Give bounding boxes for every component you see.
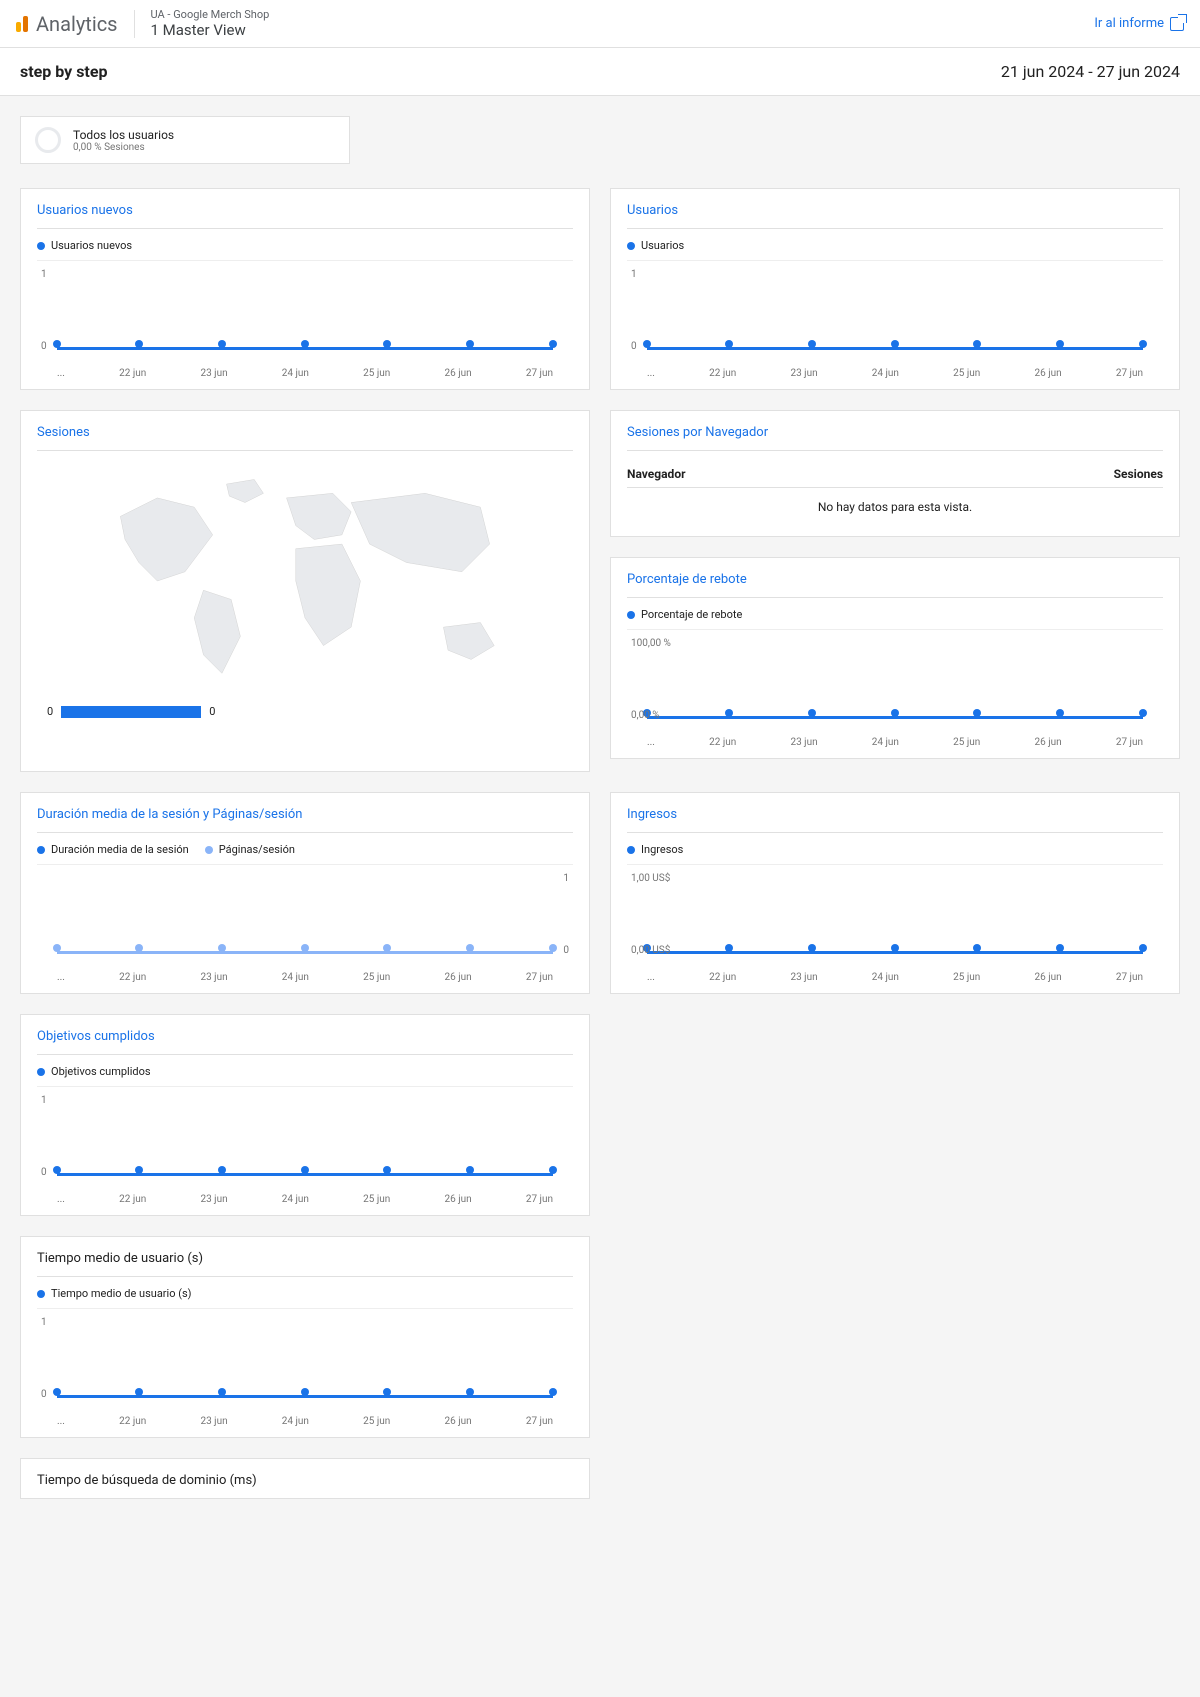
legend-label: Tiempo medio de usuario (s) <box>51 1287 192 1300</box>
card-goals: Objetivos cumplidos Objetivos cumplidos … <box>20 1014 590 1216</box>
line-chart: 1,00 US$ 0,00 US$ ...22 jun23 jun24 jun2… <box>627 873 1163 983</box>
table-header: Navegador Sesiones <box>627 461 1163 488</box>
y-axis-label: 0 <box>563 945 569 956</box>
date-range[interactable]: 21 jun 2024 - 27 jun 2024 <box>1001 62 1180 81</box>
card-dns-time: Tiempo de búsqueda de dominio (ms) <box>20 1458 590 1499</box>
x-axis-labels: ...22 jun23 jun24 jun25 jun26 jun27 jun <box>57 1194 553 1205</box>
no-data-message: No hay datos para esta vista. <box>627 488 1163 526</box>
col-sessions: Sesiones <box>1114 467 1163 481</box>
line-chart: 1 0 ...22 jun23 jun24 jun25 jun26 jun27 … <box>627 269 1163 379</box>
card-title[interactable]: Usuarios <box>627 203 1163 229</box>
x-axis-labels: ...22 jun23 jun24 jun25 jun26 jun27 jun <box>647 368 1143 379</box>
legend-label: Porcentaje de rebote <box>641 608 742 621</box>
y-axis-label: 1 <box>563 873 569 884</box>
geo-map[interactable]: 0 0 <box>37 461 573 761</box>
legend-dot-icon <box>37 846 45 854</box>
legend-label: Ingresos <box>641 843 683 856</box>
map-legend-gradient <box>61 706 201 718</box>
y-axis-label: 1 <box>631 269 637 280</box>
segment-subtitle: 0,00 % Sesiones <box>73 142 174 153</box>
x-axis-labels: ...22 jun23 jun24 jun25 jun26 jun27 jun <box>57 972 553 983</box>
view-name: 1 Master View <box>151 21 270 39</box>
card-sessions-map: Sesiones 0 0 <box>20 410 590 772</box>
line-chart: 1 0 ...22 jun23 jun24 jun25 jun26 jun27 … <box>37 1095 573 1205</box>
legend-label: Objetivos cumplidos <box>51 1065 151 1078</box>
line-chart: 1 0 ...22 jun23 jun24 jun25 jun26 jun27 … <box>37 269 573 379</box>
col-browser: Navegador <box>627 467 685 481</box>
analytics-logo: Analytics <box>16 12 118 36</box>
legend-dot-icon <box>205 846 213 854</box>
property-selector[interactable]: UA - Google Merch Shop 1 Master View <box>151 8 270 39</box>
card-revenue: Ingresos Ingresos 1,00 US$ 0,00 US$ ...2… <box>610 792 1180 994</box>
legend-label: Usuarios <box>641 239 684 252</box>
y-axis-label: 0 <box>631 341 637 352</box>
segment-chip[interactable]: Todos los usuarios 0,00 % Sesiones <box>20 116 350 164</box>
y-axis-label: 1 <box>41 1317 47 1328</box>
y-axis-label: 0 <box>41 1389 47 1400</box>
card-users: Usuarios Usuarios 1 0 ...22 jun23 jun24 … <box>610 188 1180 390</box>
world-map-icon <box>37 461 573 701</box>
card-title[interactable]: Ingresos <box>627 807 1163 833</box>
card-title[interactable]: Tiempo de búsqueda de dominio (ms) <box>37 1473 573 1488</box>
line-chart: 1 0 ...22 jun23 jun24 jun25 jun26 jun27 … <box>37 1317 573 1427</box>
chart-legend: Porcentaje de rebote <box>627 608 1163 630</box>
card-title[interactable]: Objetivos cumplidos <box>37 1029 573 1055</box>
legend-dot-icon <box>37 1290 45 1298</box>
analytics-logo-icon <box>16 16 28 32</box>
y-axis-label: 0,00 US$ <box>631 945 670 956</box>
property-label: UA - Google Merch Shop <box>151 8 270 21</box>
card-title[interactable]: Sesiones por Navegador <box>627 425 1163 451</box>
legend-dot-icon <box>627 242 635 250</box>
x-axis-labels: ...22 jun23 jun24 jun25 jun26 jun27 jun <box>57 1416 553 1427</box>
chart-legend: Usuarios nuevos <box>37 239 573 261</box>
card-title[interactable]: Porcentaje de rebote <box>627 572 1163 598</box>
card-avg-user-time: Tiempo medio de usuario (s) Tiempo medio… <box>20 1236 590 1438</box>
chart-legend: Ingresos <box>627 843 1163 865</box>
map-legend: 0 0 <box>37 705 573 718</box>
line-chart: 100,00 % 0,00 % ...22 jun23 jun24 jun25 … <box>627 638 1163 748</box>
legend-dot-icon <box>37 242 45 250</box>
chart-legend: Tiempo medio de usuario (s) <box>37 1287 573 1309</box>
card-title[interactable]: Sesiones <box>37 425 573 451</box>
card-sessions-browser: Sesiones por Navegador Navegador Sesione… <box>610 410 1180 537</box>
header-divider <box>134 10 135 38</box>
card-new-users: Usuarios nuevos Usuarios nuevos 1 0 ...2… <box>20 188 590 390</box>
legend-dot-icon <box>37 1068 45 1076</box>
card-title[interactable]: Usuarios nuevos <box>37 203 573 229</box>
segment-title: Todos los usuarios <box>73 128 174 142</box>
card-bounce-rate: Porcentaje de rebote Porcentaje de rebot… <box>610 557 1180 759</box>
legend-dot-icon <box>627 611 635 619</box>
legend-label: Usuarios nuevos <box>51 239 132 252</box>
y-axis-label: 1 <box>41 269 47 280</box>
dashboard-title: step by step <box>20 62 107 81</box>
report-link-label: Ir al informe <box>1094 16 1164 31</box>
app-header: Analytics UA - Google Merch Shop 1 Maste… <box>0 0 1200 48</box>
analytics-label: Analytics <box>36 12 118 36</box>
y-axis-label: 0 <box>41 341 47 352</box>
card-title[interactable]: Duración media de la sesión y Páginas/se… <box>37 807 573 833</box>
x-axis-labels: ...22 jun23 jun24 jun25 jun26 jun27 jun <box>647 972 1143 983</box>
card-title[interactable]: Tiempo medio de usuario (s) <box>37 1251 573 1277</box>
line-chart: 1 0 ...22 jun23 jun24 jun25 jun26 jun27 … <box>37 873 573 983</box>
y-axis-label: 0,00 % <box>631 710 660 721</box>
chart-legend: Objetivos cumplidos <box>37 1065 573 1087</box>
segment-circle-icon <box>35 127 61 153</box>
go-to-report-link[interactable]: Ir al informe <box>1094 16 1184 31</box>
y-axis-label: 1 <box>41 1095 47 1106</box>
x-axis-labels: ...22 jun23 jun24 jun25 jun26 jun27 jun <box>647 737 1143 748</box>
card-duration-pages: Duración media de la sesión y Páginas/se… <box>20 792 590 994</box>
external-link-icon <box>1170 17 1184 31</box>
map-legend-min: 0 <box>47 705 53 718</box>
x-axis-labels: ...22 jun23 jun24 jun25 jun26 jun27 jun <box>57 368 553 379</box>
legend-dot-icon <box>627 846 635 854</box>
legend-label: Páginas/sesión <box>219 843 295 856</box>
chart-legend: Usuarios <box>627 239 1163 261</box>
legend-label: Duración media de la sesión <box>51 843 189 856</box>
title-bar: step by step 21 jun 2024 - 27 jun 2024 <box>0 48 1200 96</box>
chart-legend: Duración media de la sesión Páginas/sesi… <box>37 843 573 865</box>
map-legend-max: 0 <box>209 705 215 718</box>
y-axis-label: 0 <box>41 1167 47 1178</box>
